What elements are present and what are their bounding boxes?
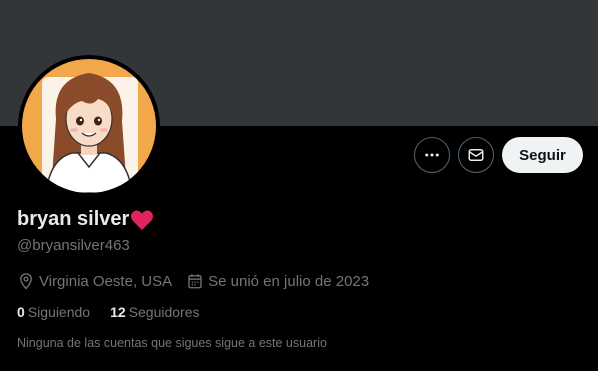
following-label: Siguiendo <box>27 304 91 320</box>
calendar-icon <box>188 274 202 289</box>
follow-button[interactable]: Seguir <box>502 137 583 173</box>
followers-label: Seguidores <box>128 304 200 320</box>
joined-text: Se unió en julio de 2023 <box>208 272 370 290</box>
followers-you-know-note: Ninguna de las cuentas que sigues sigue … <box>17 336 327 350</box>
location-item: Virginia Oeste, USA <box>17 272 172 290</box>
following-count: 0 <box>17 304 25 320</box>
profile-meta: Virginia Oeste, USA Se unió en julio de … <box>17 272 383 290</box>
name-row: bryan silver <box>17 208 154 231</box>
joined-item: Se unió en julio de 2023 <box>186 272 369 290</box>
location-pin-icon <box>20 273 32 290</box>
follow-counts: 0 Siguiendo 12 Seguidores <box>17 304 219 320</box>
avatar-illustration <box>22 59 156 193</box>
followers-count: 12 <box>110 304 126 320</box>
location-text: Virginia Oeste, USA <box>39 272 173 290</box>
envelope-icon <box>468 149 484 161</box>
heart-emoji-icon <box>131 210 154 230</box>
message-button[interactable] <box>458 137 494 173</box>
more-horizontal-icon <box>425 153 439 157</box>
more-options-button[interactable] <box>414 137 450 173</box>
user-handle: @bryansilver463 <box>17 237 130 254</box>
avatar[interactable] <box>18 55 160 197</box>
display-name: bryan silver <box>17 208 130 230</box>
followers-link[interactable]: 12 Seguidores <box>110 304 199 320</box>
following-link[interactable]: 0 Siguiendo <box>17 304 90 320</box>
